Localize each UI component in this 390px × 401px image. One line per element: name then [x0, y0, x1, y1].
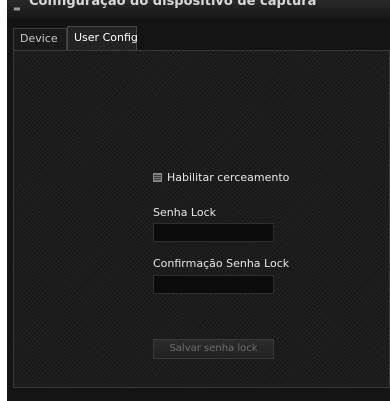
- window-title: Configuração do dispositivo de captura: [29, 0, 317, 9]
- user-config-panel: Habilitar cerceamento Senha Lock Confirm…: [13, 50, 390, 388]
- enable-lock-checkbox[interactable]: [153, 173, 162, 182]
- tab-device[interactable]: Device: [13, 28, 67, 50]
- save-password-button[interactable]: Salvar senha lock: [153, 339, 274, 359]
- password-input[interactable]: [153, 223, 274, 242]
- confirm-password-label: Confirmação Senha Lock: [153, 257, 290, 270]
- tab-user-config[interactable]: User Config: [67, 26, 138, 50]
- title-bar[interactable]: ▬ Configuração do dispositivo de captura: [7, 0, 390, 20]
- app-icon: ▬: [13, 4, 21, 13]
- confirm-password-input[interactable]: [153, 275, 274, 294]
- password-label: Senha Lock: [153, 206, 217, 219]
- enable-lock-label: Habilitar cerceamento: [167, 171, 290, 184]
- capture-device-config-window: ▬ Configuração do dispositivo de captura…: [7, 0, 390, 401]
